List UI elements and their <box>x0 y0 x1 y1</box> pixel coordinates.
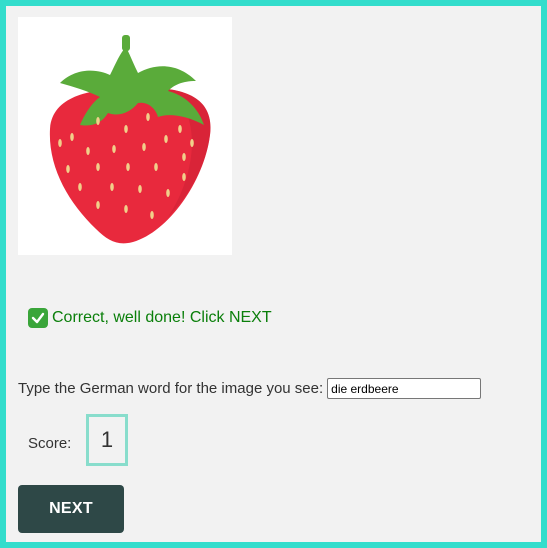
prompt-label: Type the German word for the image you s… <box>18 380 324 397</box>
next-button[interactable]: NEXT <box>18 485 124 533</box>
score-label: Score: <box>28 435 72 452</box>
strawberry-image <box>49 35 211 244</box>
answer-input[interactable] <box>327 378 482 399</box>
feedback-message: Correct, well done! Click NEXT <box>28 308 272 328</box>
score-value: 1 <box>86 414 128 466</box>
answer-row: Type the German word for the image you s… <box>18 378 482 399</box>
check-icon <box>28 308 48 328</box>
quiz-image <box>18 17 232 255</box>
feedback-text: Correct, well done! Click NEXT <box>52 309 272 326</box>
